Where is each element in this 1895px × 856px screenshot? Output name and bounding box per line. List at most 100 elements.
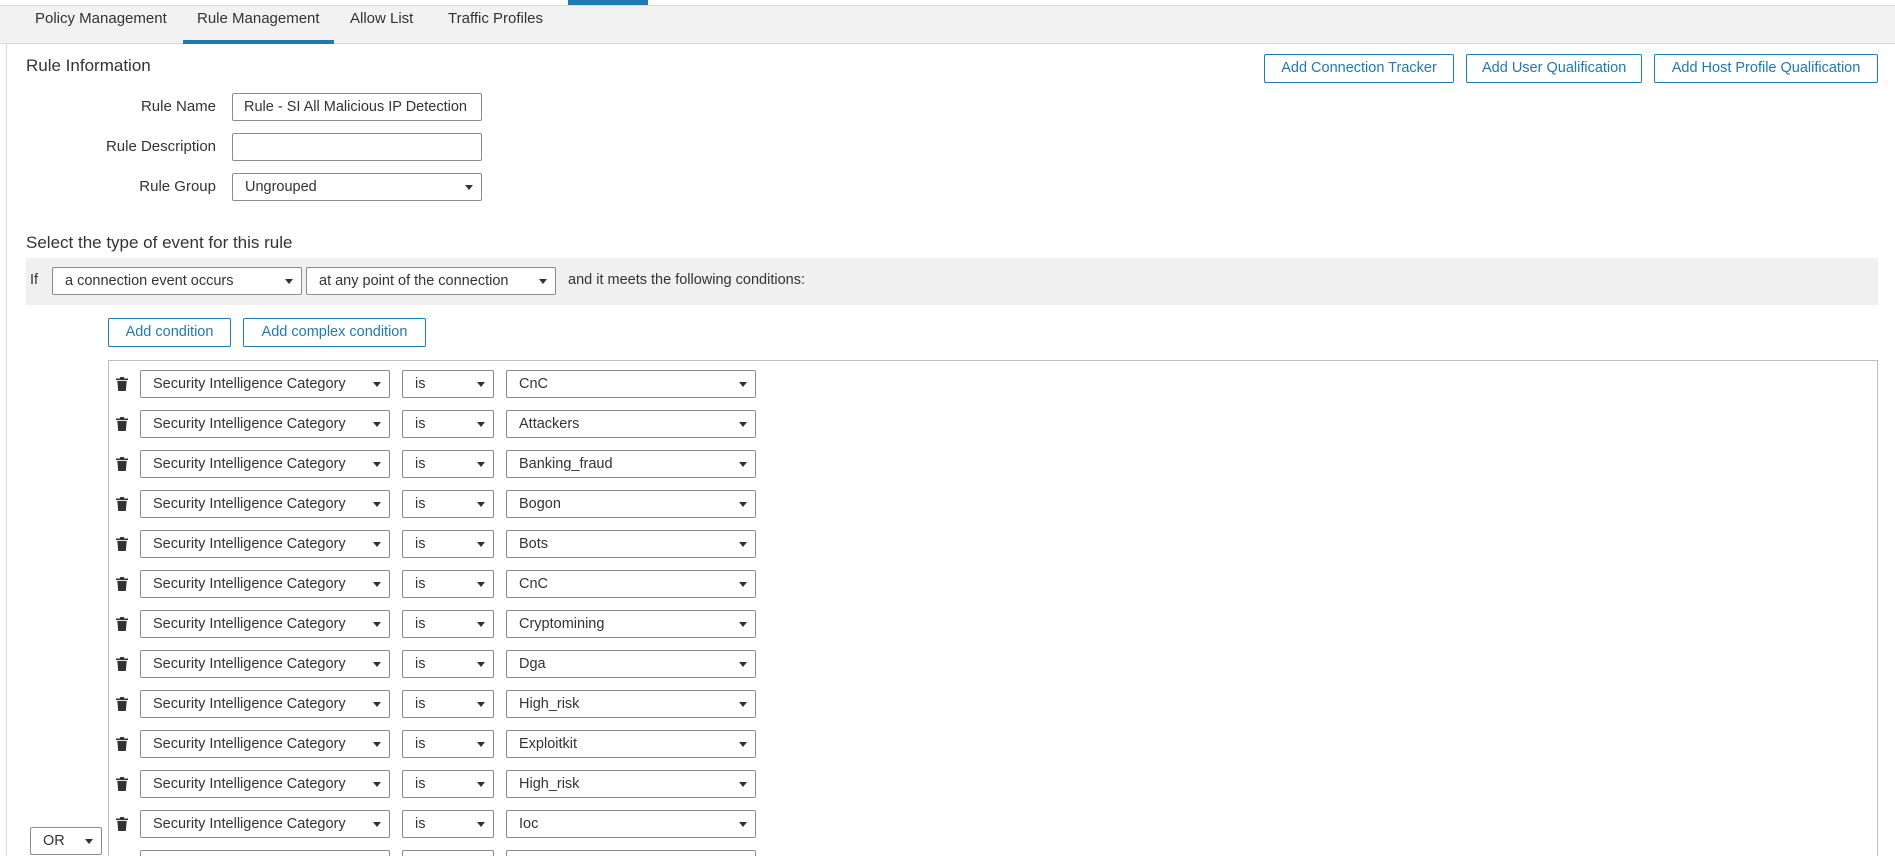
condition-row: Security Intelligence Category is Bots [109, 528, 1877, 560]
condition-value-select[interactable]: Bots [506, 530, 756, 558]
condition-value-select[interactable]: Cryptomining [506, 610, 756, 638]
trash-icon[interactable] [116, 577, 128, 591]
chevron-down-icon [373, 382, 381, 387]
add-complex-condition-button[interactable]: Add complex condition [243, 318, 426, 347]
trash-icon[interactable] [116, 377, 128, 391]
chevron-down-icon [739, 822, 747, 827]
logic-operator-select[interactable]: OR [30, 827, 102, 855]
chevron-down-icon [739, 662, 747, 667]
condition-operator-select[interactable]: is [402, 810, 494, 838]
condition-value-select[interactable]: Ioc [506, 810, 756, 838]
chevron-down-icon [465, 185, 473, 190]
condition-operator-select[interactable]: is [402, 370, 494, 398]
condition-operator-select[interactable]: is [402, 690, 494, 718]
add-condition-button[interactable]: Add condition [108, 318, 231, 347]
tab-traffic-profiles[interactable]: Traffic Profiles [434, 6, 557, 44]
condition-operator-select[interactable]: is [402, 610, 494, 638]
condition-field-select[interactable]: Security Intelligence Category [140, 770, 390, 798]
condition-value: Dga [519, 656, 546, 672]
chevron-down-icon [477, 502, 485, 507]
condition-value-select[interactable]: Exploitkit [506, 730, 756, 758]
trash-icon[interactable] [116, 537, 128, 551]
condition-field-value: Security Intelligence Category [153, 736, 346, 752]
chevron-down-icon [373, 622, 381, 627]
tab-rule-management[interactable]: Rule Management [183, 6, 334, 44]
chevron-down-icon [477, 462, 485, 467]
condition-field-select[interactable]: Security Intelligence Category [140, 850, 390, 856]
trash-icon[interactable] [116, 417, 128, 431]
add-user-qualification-button[interactable]: Add User Qualification [1466, 54, 1642, 83]
condition-operator-value: is [415, 416, 426, 432]
condition-operator-select[interactable]: is [402, 530, 494, 558]
condition-operator-select[interactable]: is [402, 650, 494, 678]
condition-field-select[interactable]: Security Intelligence Category [140, 690, 390, 718]
chevron-down-icon [477, 662, 485, 667]
condition-operator-value: is [415, 736, 426, 752]
condition-operator-select[interactable]: is [402, 850, 494, 856]
add-host-profile-qualification-button[interactable]: Add Host Profile Qualification [1654, 54, 1878, 83]
chevron-down-icon [373, 662, 381, 667]
condition-value-select[interactable]: Bogon [506, 490, 756, 518]
rule-name-label: Rule Name [140, 98, 216, 115]
rule-description-input[interactable] [232, 133, 482, 161]
chevron-down-icon [477, 382, 485, 387]
condition-field-select[interactable]: Security Intelligence Category [140, 730, 390, 758]
condition-value-select[interactable]: CnC [506, 570, 756, 598]
condition-operator-select[interactable]: is [402, 570, 494, 598]
condition-field-select[interactable]: Security Intelligence Category [140, 610, 390, 638]
condition-operator-select[interactable]: is [402, 730, 494, 758]
event-timing-select[interactable]: at any point of the connection [306, 267, 556, 295]
condition-operator-select[interactable]: is [402, 770, 494, 798]
trash-icon[interactable] [116, 737, 128, 751]
trash-icon[interactable] [116, 817, 128, 831]
condition-value-select[interactable]: Dga [506, 650, 756, 678]
condition-row: Security Intelligence Category is Cryptomi… [109, 608, 1877, 640]
condition-operator-select[interactable]: is [402, 490, 494, 518]
chevron-down-icon [373, 422, 381, 427]
condition-value-select[interactable]: High_risk [506, 770, 756, 798]
chevron-down-icon [477, 622, 485, 627]
condition-field-select[interactable]: Security Intelligence Category [140, 530, 390, 558]
condition-field-value: Security Intelligence Category [153, 776, 346, 792]
condition-field-value: Security Intelligence Category [153, 416, 346, 432]
trash-icon[interactable] [116, 457, 128, 471]
condition-value-select[interactable]: Banking_fraud [506, 450, 756, 478]
condition-field-value: Security Intelligence Category [153, 496, 346, 512]
condition-operator-select[interactable]: is [402, 410, 494, 438]
chevron-down-icon [739, 462, 747, 467]
trash-icon[interactable] [116, 617, 128, 631]
condition-field-value: Security Intelligence Category [153, 536, 346, 552]
condition-operator-value: is [415, 616, 426, 632]
condition-value-select[interactable]: CnC [506, 370, 756, 398]
condition-field-select[interactable]: Security Intelligence Category [140, 410, 390, 438]
condition-field-select[interactable]: Security Intelligence Category [140, 650, 390, 678]
condition-operator-select[interactable]: is [402, 450, 494, 478]
chevron-down-icon [477, 822, 485, 827]
condition-field-select[interactable]: Security Intelligence Category [140, 370, 390, 398]
chevron-down-icon [477, 782, 485, 787]
rule-group-select[interactable]: Ungrouped [232, 173, 482, 201]
condition-field-select[interactable]: Security Intelligence Category [140, 450, 390, 478]
add-connection-tracker-button[interactable]: Add Connection Tracker [1264, 54, 1454, 83]
trash-icon[interactable] [116, 497, 128, 511]
condition-row: Security Intelligence Category is Bogon [109, 488, 1877, 520]
condition-value-select[interactable]: High_risk [506, 690, 756, 718]
trash-icon[interactable] [116, 657, 128, 671]
condition-field-select[interactable]: Security Intelligence Category [140, 490, 390, 518]
condition-operator-value: is [415, 496, 426, 512]
event-type-select[interactable]: a connection event occurs [52, 267, 302, 295]
condition-value-select[interactable]: Attackers [506, 410, 756, 438]
condition-field-value: Security Intelligence Category [153, 576, 346, 592]
event-type-value: a connection event occurs [65, 273, 234, 289]
condition-field-select[interactable]: Security Intelligence Category [140, 810, 390, 838]
condition-value-select[interactable]: Malware [506, 850, 756, 856]
condition-field-select[interactable]: Security Intelligence Category [140, 570, 390, 598]
chevron-down-icon [373, 502, 381, 507]
tab-bar: Policy Management Rule Management Allow … [0, 6, 1895, 44]
condition-row: Security Intelligence Category is High_ris… [109, 768, 1877, 800]
tab-policy-management[interactable]: Policy Management [21, 6, 181, 44]
rule-name-input[interactable]: Rule - SI All Malicious IP Detection [232, 93, 482, 121]
trash-icon[interactable] [116, 777, 128, 791]
tab-allow-list[interactable]: Allow List [336, 6, 427, 44]
trash-icon[interactable] [116, 697, 128, 711]
